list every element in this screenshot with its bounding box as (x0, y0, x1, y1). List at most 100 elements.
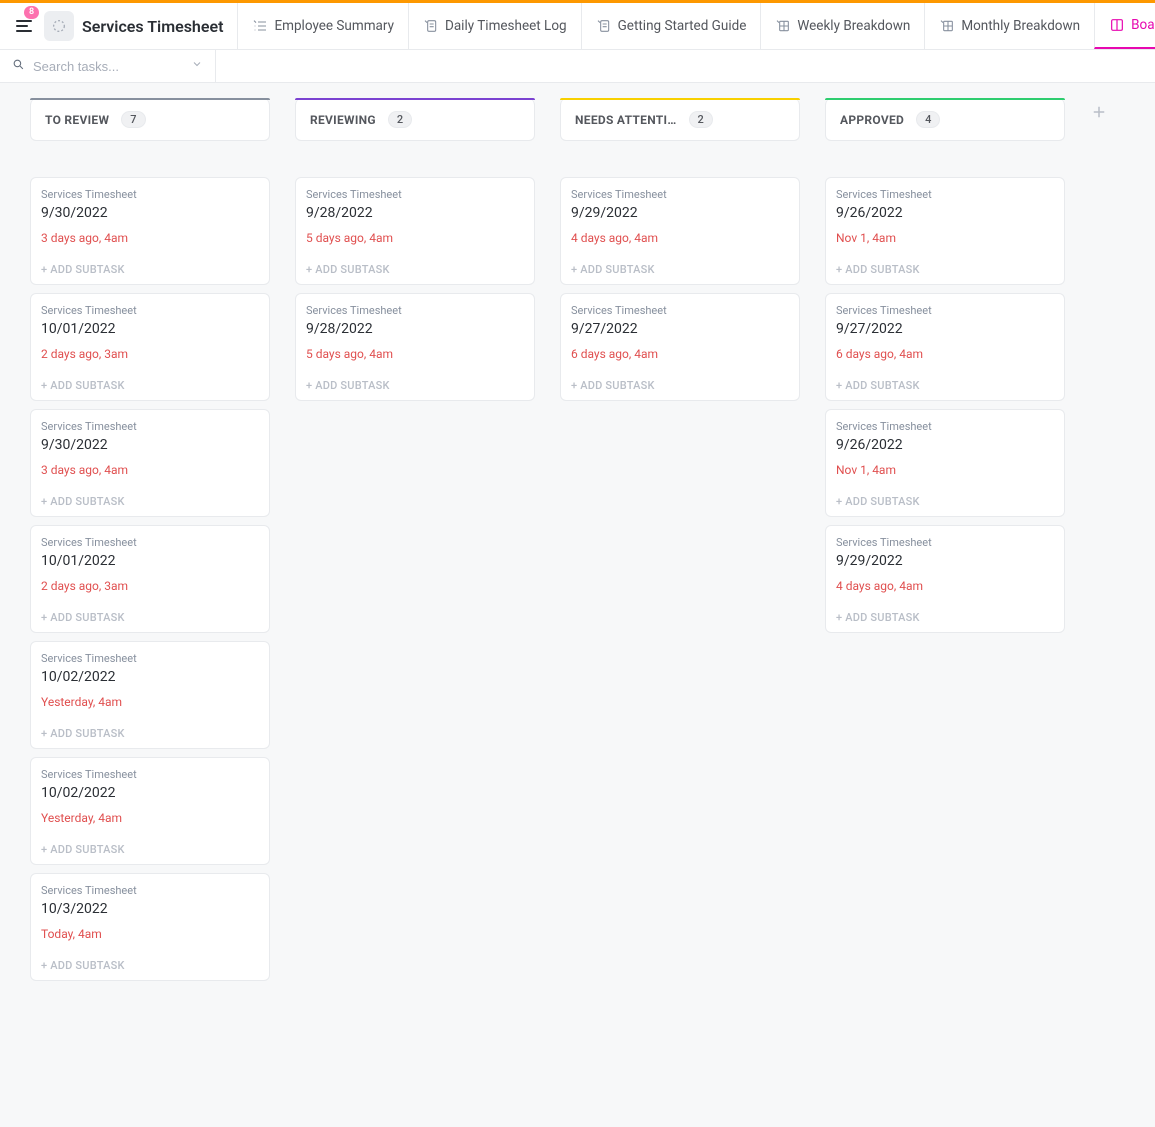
add-subtask-button[interactable]: + ADD SUBTASK (306, 379, 524, 392)
chevron-down-icon[interactable] (191, 58, 203, 74)
column-name: APPROVED (840, 113, 904, 127)
add-subtask-button[interactable]: + ADD SUBTASK (41, 611, 259, 624)
add-subtask-button[interactable]: + ADD SUBTASK (41, 495, 259, 508)
card-project-label: Services Timesheet (41, 536, 259, 549)
tab-label: Board (1131, 17, 1155, 33)
tab-weekly-breakdown[interactable]: Weekly Breakdown (760, 3, 924, 49)
add-subtask-button[interactable]: + ADD SUBTASK (41, 843, 259, 856)
sidebar-toggle-button[interactable]: 8 (10, 12, 38, 40)
add-subtask-button[interactable]: + ADD SUBTASK (836, 263, 1054, 276)
add-column-button[interactable] (1090, 99, 1108, 125)
toolbar (0, 50, 1155, 83)
tab-daily-timesheet-log[interactable]: Daily Timesheet Log (408, 3, 581, 49)
list-icon (252, 18, 268, 34)
board-column-to-review: TO REVIEW7 Services Timesheet 9/30/2022 3 d… (30, 99, 270, 981)
card-project-label: Services Timesheet (571, 188, 789, 201)
task-card[interactable]: Services Timesheet 9/29/2022 4 days ago, 4… (560, 177, 800, 285)
card-due-date: 3 days ago, 4am (41, 463, 259, 477)
card-due-date: 2 days ago, 3am (41, 579, 259, 593)
task-card[interactable]: Services Timesheet 10/3/2022 Today, 4am + A… (30, 873, 270, 981)
add-subtask-button[interactable]: + ADD SUBTASK (41, 727, 259, 740)
grid-icon (775, 18, 791, 34)
task-card[interactable]: Services Timesheet 10/02/2022 Yesterday, 4… (30, 641, 270, 749)
doc-icon (423, 18, 439, 34)
card-title: 10/02/2022 (41, 785, 259, 801)
tab-label: Daily Timesheet Log (445, 18, 567, 34)
doc-icon (596, 18, 612, 34)
tab-employee-summary[interactable]: Employee Summary (237, 3, 408, 49)
search-wrap[interactable] (12, 50, 216, 82)
column-header[interactable]: APPROVED4 (825, 99, 1065, 141)
card-project-label: Services Timesheet (571, 304, 789, 317)
card-due-date: 5 days ago, 4am (306, 347, 524, 361)
task-card[interactable]: Services Timesheet 9/30/2022 3 days ago, 4… (30, 409, 270, 517)
task-card[interactable]: Services Timesheet9/28/20225 days ago, 4… (295, 293, 535, 401)
task-card[interactable]: Services Timesheet 10/01/2022 2 days ago, … (30, 525, 270, 633)
card-title: 10/02/2022 (41, 669, 259, 685)
task-card[interactable]: Services Timesheet10/02/2022Yesterday, 4… (30, 757, 270, 865)
project-title: Services Timesheet (82, 17, 223, 36)
search-input[interactable] (33, 59, 183, 74)
card-project-label: Services Timesheet (836, 420, 1054, 433)
add-subtask-button[interactable]: + ADD SUBTASK (836, 379, 1054, 392)
card-title: 9/29/2022 (836, 553, 1054, 569)
add-subtask-button[interactable]: + ADD SUBTASK (41, 959, 259, 972)
column-cards: Services Timesheet 9/30/2022 3 days ago, 4… (30, 177, 270, 981)
board-column-reviewing: REVIEWING2 Services Timesheet9/28/20225 d… (295, 99, 535, 401)
card-due-date: 3 days ago, 4am (41, 231, 259, 245)
task-card[interactable]: Services Timesheet9/29/20224 days ago, 4… (825, 525, 1065, 633)
tab-board[interactable]: Board (1094, 3, 1155, 49)
add-subtask-button[interactable]: + ADD SUBTASK (306, 263, 524, 276)
card-due-date: Today, 4am (41, 927, 259, 941)
task-card[interactable]: Services Timesheet9/26/2022Nov 1, 4am+ A… (825, 409, 1065, 517)
card-title: 9/30/2022 (41, 205, 259, 221)
card-project-label: Services Timesheet (41, 652, 259, 665)
add-subtask-button[interactable]: + ADD SUBTASK (571, 263, 789, 276)
tab-label: Employee Summary (274, 18, 394, 34)
card-due-date: Yesterday, 4am (41, 811, 259, 825)
add-subtask-button[interactable]: + ADD SUBTASK (41, 379, 259, 392)
tab-label: Weekly Breakdown (797, 18, 910, 34)
card-due-date: Yesterday, 4am (41, 695, 259, 709)
tab-getting-started-guide[interactable]: Getting Started Guide (581, 3, 761, 49)
card-title: 10/3/2022 (41, 901, 259, 917)
task-card[interactable]: Services Timesheet9/27/20226 days ago, 4… (825, 293, 1065, 401)
grid-icon (939, 18, 955, 34)
task-card[interactable]: Services Timesheet9/26/2022Nov 1, 4am+ A… (825, 177, 1065, 285)
card-due-date: Nov 1, 4am (836, 231, 1054, 245)
task-card[interactable]: Services Timesheet9/27/20226 days ago, 4… (560, 293, 800, 401)
card-title: 9/28/2022 (306, 205, 524, 221)
add-subtask-button[interactable]: + ADD SUBTASK (836, 611, 1054, 624)
add-subtask-button[interactable]: + ADD SUBTASK (41, 263, 259, 276)
card-title: 9/29/2022 (571, 205, 789, 221)
column-count-badge: 7 (121, 111, 145, 128)
board-icon (1109, 17, 1125, 33)
column-header[interactable]: NEEDS ATTENTI… 2 (560, 99, 800, 141)
task-card[interactable]: Services Timesheet10/01/20222 days ago, … (30, 293, 270, 401)
card-project-label: Services Timesheet (41, 884, 259, 897)
task-card[interactable]: Services Timesheet9/30/20223 days ago, 4… (30, 177, 270, 285)
card-title: 10/01/2022 (41, 553, 259, 569)
column-count-badge: 2 (689, 111, 713, 128)
tab-monthly-breakdown[interactable]: Monthly Breakdown (924, 3, 1094, 49)
add-subtask-button[interactable]: + ADD SUBTASK (836, 495, 1054, 508)
card-due-date: 6 days ago, 4am (836, 347, 1054, 361)
column-header[interactable]: TO REVIEW7 (30, 99, 270, 141)
card-title: 9/28/2022 (306, 321, 524, 337)
hamburger-icon (16, 20, 32, 32)
card-title: 9/30/2022 (41, 437, 259, 453)
column-name: NEEDS ATTENTI… (575, 113, 677, 127)
add-subtask-button[interactable]: + ADD SUBTASK (571, 379, 789, 392)
task-card[interactable]: Services Timesheet9/28/20225 days ago, 4… (295, 177, 535, 285)
card-project-label: Services Timesheet (41, 420, 259, 433)
header-bar: 8 Services Timesheet Employee Summary (0, 3, 1155, 50)
card-due-date: 2 days ago, 3am (41, 347, 259, 361)
column-cards: Services Timesheet9/28/20225 days ago, 4… (295, 177, 535, 401)
column-count-badge: 2 (388, 111, 412, 128)
card-title: 9/27/2022 (571, 321, 789, 337)
column-cards: Services Timesheet9/26/2022Nov 1, 4am+ A… (825, 177, 1065, 633)
project-chip[interactable]: Services Timesheet (44, 11, 223, 41)
card-due-date: 4 days ago, 4am (836, 579, 1054, 593)
column-header[interactable]: REVIEWING2 (295, 99, 535, 141)
card-due-date: 4 days ago, 4am (571, 231, 789, 245)
